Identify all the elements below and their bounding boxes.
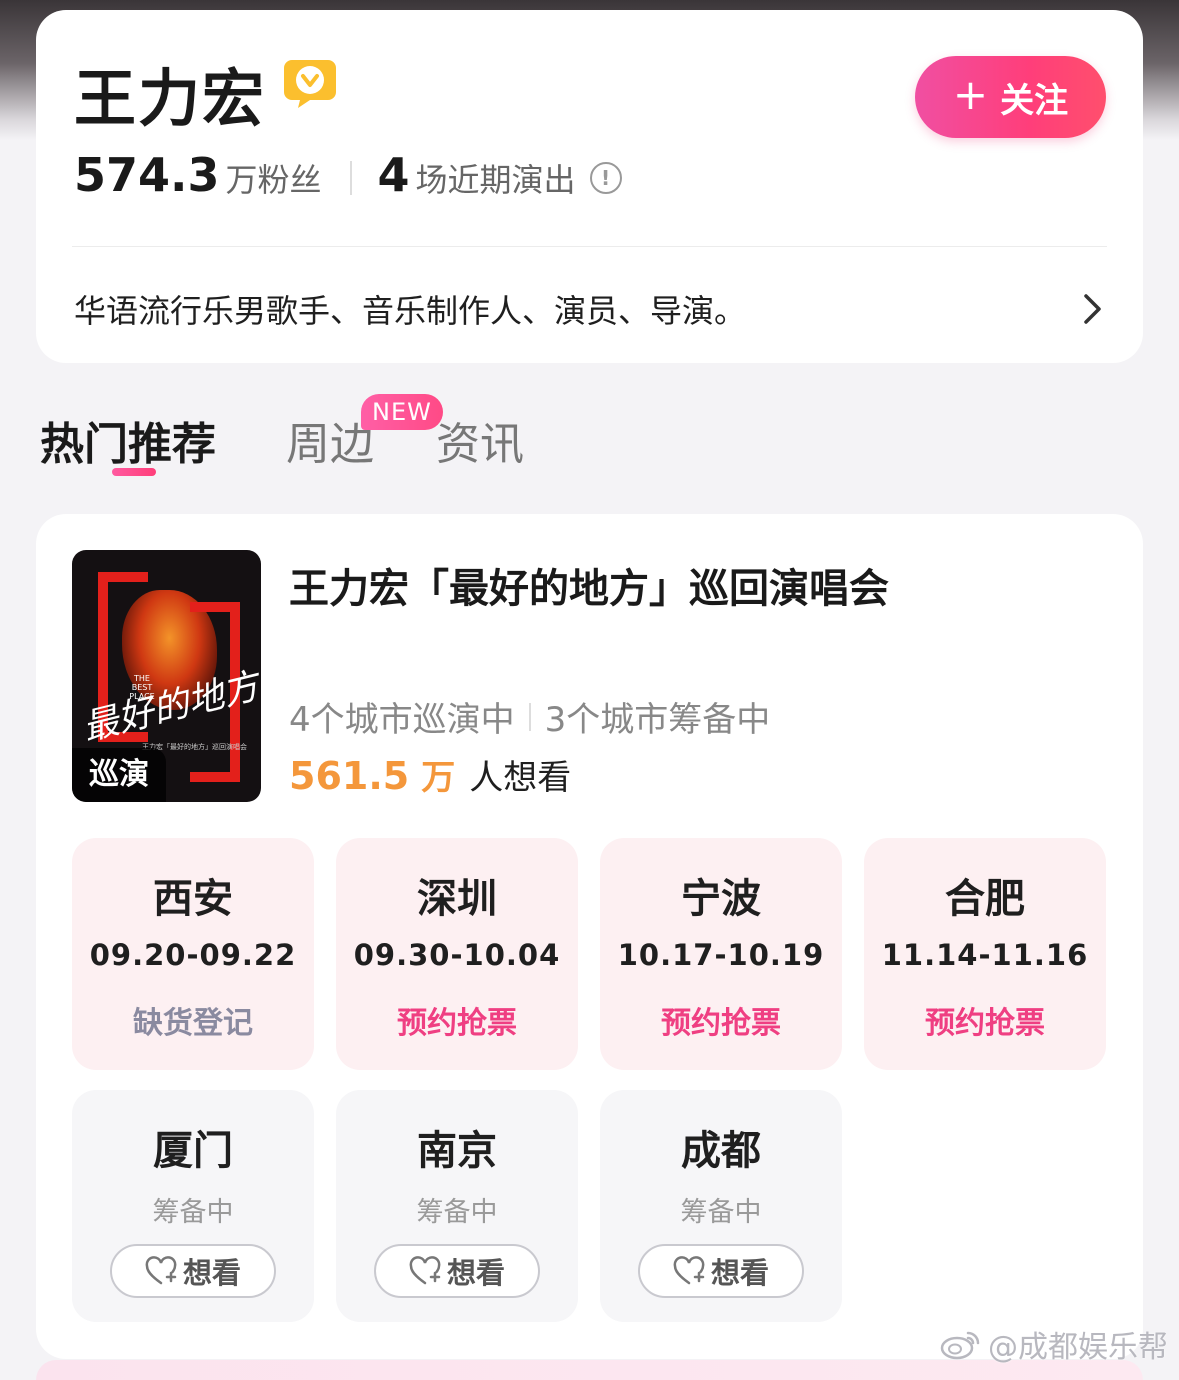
city-name: 成都 <box>681 1128 761 1174</box>
city-name: 西安 <box>153 876 233 922</box>
tab-hot-recommend[interactable]: 热门推荐 <box>40 408 216 472</box>
want-to-see-button[interactable]: 想看 <box>374 1244 540 1298</box>
active-tab-indicator <box>112 468 156 476</box>
city-card-ningbo[interactable]: 宁波 10.17-10.19 预约抢票 <box>600 838 842 1070</box>
weibo-icon <box>940 1331 980 1360</box>
heart-plus-icon <box>673 1256 705 1285</box>
fans-count: 574.3 <box>74 148 220 202</box>
city-name: 宁波 <box>681 876 761 922</box>
city-card-nanjing[interactable]: 南京 筹备中 想看 <box>336 1090 578 1322</box>
info-icon[interactable]: ! <box>589 162 622 194</box>
planning-cities: 3个城市筹备中 <box>544 700 771 740</box>
new-badge: NEW <box>361 394 443 430</box>
stats-divider <box>349 161 352 195</box>
watermark: @成都娱乐帮 <box>940 1322 1168 1366</box>
want-to-see-label: 想看 <box>446 1256 505 1290</box>
planning-status: 筹备中 <box>680 1197 762 1228</box>
city-card-hefei[interactable]: 合肥 11.14-11.16 预约抢票 <box>864 838 1106 1070</box>
reserve-ticket-button[interactable]: 预约抢票 <box>336 998 578 1042</box>
status-divider <box>528 702 531 731</box>
city-name: 南京 <box>417 1128 497 1174</box>
tour-card: THE BEST PLACE 最好的地方 王力宏「最好的地方」巡回演唱会 巡演 … <box>36 514 1143 1359</box>
city-date: 09.20-09.22 <box>89 938 297 972</box>
artist-name: 王力宏 <box>74 62 267 135</box>
city-date: 11.14-11.16 <box>881 938 1089 972</box>
wants-count: 561.5 <box>289 754 410 798</box>
shows-count: 4 <box>377 148 410 202</box>
follow-button[interactable]: + 关注 <box>915 56 1106 138</box>
city-date: 09.30-10.04 <box>353 938 561 972</box>
wants-unit: 万 <box>421 758 456 798</box>
tour-poster-image[interactable]: THE BEST PLACE 最好的地方 王力宏「最好的地方」巡回演唱会 巡演 <box>72 550 261 802</box>
artist-bio[interactable]: 华语流行乐男歌手、音乐制作人、演员、导演。 <box>74 286 746 332</box>
want-to-see-button[interactable]: 想看 <box>110 1244 276 1298</box>
heart-plus-icon <box>409 1256 441 1285</box>
artist-stats: 574.3 万粉丝 4 场近期演出 ! <box>74 148 622 208</box>
city-card-xian[interactable]: 西安 09.20-09.22 缺货登记 <box>72 838 314 1070</box>
follow-label: 关注 <box>1000 80 1069 121</box>
want-to-see-label: 想看 <box>182 1256 241 1290</box>
tour-status: 4个城市巡演中 3个城市筹备中 <box>289 692 770 741</box>
planning-status: 筹备中 <box>416 1197 498 1228</box>
tour-title[interactable]: 王力宏「最好的地方」巡回演唱会 <box>289 556 889 614</box>
want-to-see-button[interactable]: 想看 <box>638 1244 804 1298</box>
chevron-right-icon[interactable] <box>1079 292 1105 326</box>
plus-icon: + <box>952 70 989 119</box>
city-name: 合肥 <box>945 876 1025 922</box>
city-card-shenzhen[interactable]: 深圳 09.30-10.04 预约抢票 <box>336 838 578 1070</box>
city-name: 深圳 <box>417 876 497 922</box>
city-date: 10.17-10.19 <box>617 938 825 972</box>
watermark-text: @成都娱乐帮 <box>988 1330 1168 1365</box>
profile-divider <box>72 246 1107 247</box>
verified-badge-icon <box>284 60 336 108</box>
city-name: 厦门 <box>153 1128 233 1174</box>
reserve-ticket-button[interactable]: 预约抢票 <box>864 998 1106 1042</box>
artist-profile-card: 王力宏 + 关注 574.3 万粉丝 4 场近期演出 ! 华语流行乐男歌手、音乐… <box>36 10 1143 363</box>
reserve-ticket-button[interactable]: 预约抢票 <box>600 998 842 1042</box>
heart-plus-icon <box>145 1256 177 1285</box>
wants-label: 人想看 <box>469 758 572 798</box>
fans-label: 万粉丝 <box>225 161 322 199</box>
shows-label: 场近期演出 <box>415 161 576 199</box>
tour-tag: 巡演 <box>72 748 166 802</box>
city-card-chengdu[interactable]: 成都 筹备中 想看 <box>600 1090 842 1322</box>
planning-status: 筹备中 <box>152 1197 234 1228</box>
city-card-xiamen[interactable]: 厦门 筹备中 想看 <box>72 1090 314 1322</box>
restock-register-button[interactable]: 缺货登记 <box>72 998 314 1042</box>
tab-news[interactable]: 资讯 <box>436 408 524 472</box>
touring-cities: 4个城市巡演中 <box>289 700 515 740</box>
wants-count-row: 561.5 万 人想看 <box>289 750 571 799</box>
want-to-see-label: 想看 <box>710 1256 769 1290</box>
